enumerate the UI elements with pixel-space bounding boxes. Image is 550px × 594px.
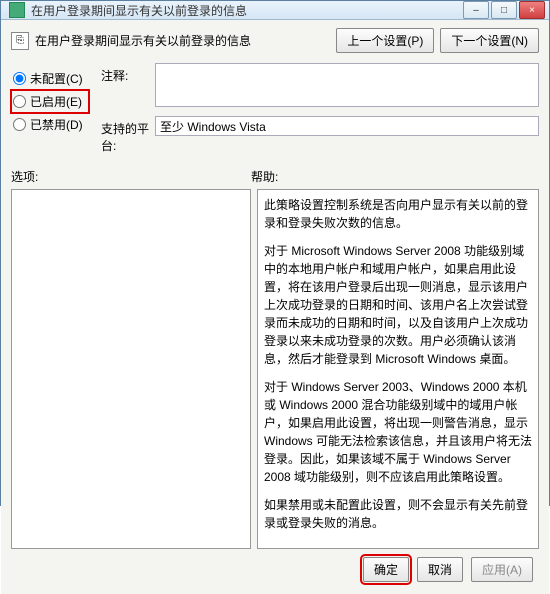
- radio-enabled-input[interactable]: [13, 95, 26, 108]
- titlebar[interactable]: 在用户登录期间显示有关以前登录的信息 – □ ×: [1, 1, 549, 20]
- platform-label: 支持的平台:: [101, 116, 155, 154]
- next-setting-button[interactable]: 下一个设置(N): [440, 28, 539, 53]
- minimize-button[interactable]: –: [463, 1, 489, 19]
- help-p1: 此策略设置控制系统是否向用户显示有关以前的登录和登录失败次数的信息。: [264, 196, 532, 232]
- content-area: ⎘ 在用户登录期间显示有关以前登录的信息 上一个设置(P) 下一个设置(N) 未…: [1, 20, 549, 594]
- options-label: 选项:: [11, 168, 251, 185]
- config-area: 未配置(C) 已启用(E) 已禁用(D) 注释:: [11, 63, 539, 160]
- platform-row: 支持的平台:: [101, 116, 539, 154]
- help-p4: 如果禁用或未配置此设置，则不会显示有关先前登录或登录失败的消息。: [264, 496, 532, 532]
- help-p3: 对于 Windows Server 2003、Windows 2000 本机或 …: [264, 378, 532, 486]
- comment-row: 注释:: [101, 63, 539, 110]
- radio-not-configured-label: 未配置(C): [30, 70, 83, 87]
- policy-title: 在用户登录期间显示有关以前登录的信息: [35, 32, 336, 49]
- radio-enabled-label: 已启用(E): [30, 93, 82, 110]
- radio-disabled[interactable]: 已禁用(D): [11, 113, 89, 136]
- prev-setting-button[interactable]: 上一个设置(P): [336, 28, 434, 53]
- comment-input[interactable]: [155, 63, 539, 107]
- options-pane[interactable]: [11, 189, 251, 549]
- help-pane[interactable]: 此策略设置控制系统是否向用户显示有关以前的登录和登录失败次数的信息。 对于 Mi…: [257, 189, 539, 549]
- radio-enabled[interactable]: 已启用(E): [11, 90, 89, 113]
- cancel-button[interactable]: 取消: [417, 557, 463, 582]
- mid-labels: 选项: 帮助:: [11, 168, 539, 185]
- radio-not-configured[interactable]: 未配置(C): [11, 67, 89, 90]
- dialog-window: 在用户登录期间显示有关以前登录的信息 – □ × ⎘ 在用户登录期间显示有关以前…: [0, 0, 550, 506]
- footer: 确定 取消 应用(A): [11, 549, 539, 586]
- radio-disabled-label: 已禁用(D): [30, 116, 83, 133]
- platform-input: [155, 116, 539, 136]
- policy-icon: ⎘: [11, 32, 29, 50]
- app-icon: [9, 2, 25, 18]
- close-button[interactable]: ×: [519, 1, 545, 19]
- maximize-button[interactable]: □: [491, 1, 517, 19]
- ok-button[interactable]: 确定: [363, 557, 409, 582]
- header-row: ⎘ 在用户登录期间显示有关以前登录的信息 上一个设置(P) 下一个设置(N): [11, 28, 539, 53]
- radio-not-configured-input[interactable]: [13, 72, 26, 85]
- radio-group: 未配置(C) 已启用(E) 已禁用(D): [11, 63, 89, 160]
- help-p2: 对于 Microsoft Windows Server 2008 功能级别域中的…: [264, 242, 532, 368]
- apply-button[interactable]: 应用(A): [471, 557, 533, 582]
- window-title: 在用户登录期间显示有关以前登录的信息: [31, 2, 463, 19]
- radio-disabled-input[interactable]: [13, 118, 26, 131]
- window-controls: – □ ×: [463, 1, 545, 19]
- comment-label: 注释:: [101, 63, 155, 84]
- help-label: 帮助:: [251, 168, 278, 185]
- panes: 此策略设置控制系统是否向用户显示有关以前的登录和登录失败次数的信息。 对于 Mi…: [11, 189, 539, 549]
- nav-buttons: 上一个设置(P) 下一个设置(N): [336, 28, 539, 53]
- form-column: 注释: 支持的平台:: [101, 63, 539, 160]
